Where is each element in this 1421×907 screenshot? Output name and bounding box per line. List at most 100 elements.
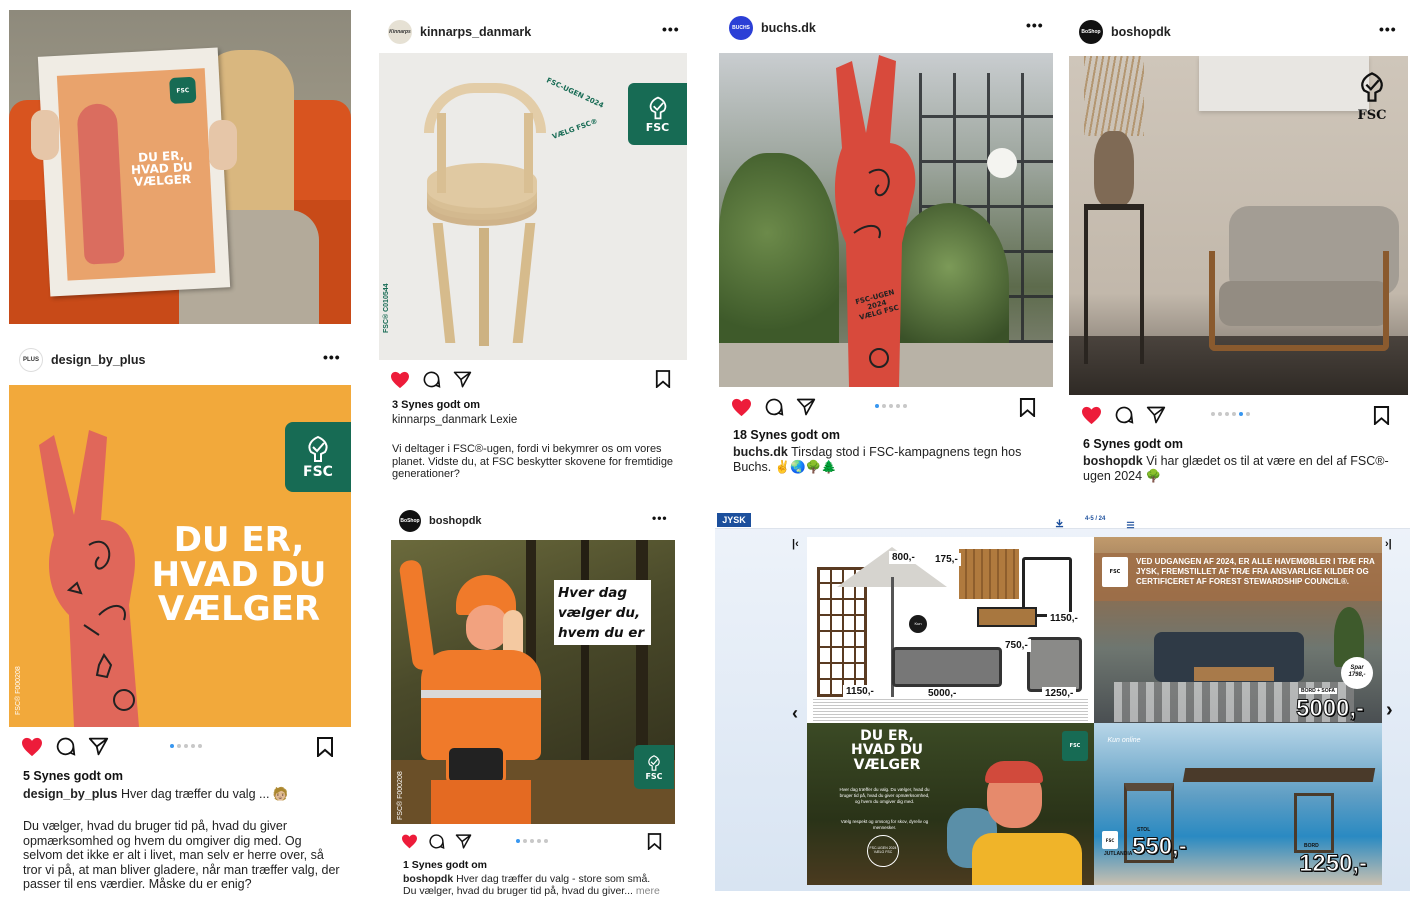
caption-username[interactable]: boshopdk	[403, 873, 453, 885]
menu-icon[interactable]	[1126, 516, 1135, 534]
post-header: BoShop boshopdk	[1079, 20, 1379, 44]
bord-label: BORD	[1304, 843, 1319, 849]
share-icon[interactable]	[88, 736, 109, 757]
worker-jacket	[421, 650, 541, 760]
hiker-shirt	[972, 833, 1082, 885]
fsc-logo: FSC	[634, 745, 674, 789]
post-design-image[interactable]: FSC DU ER, HVAD DU VÆLGER FSC® F000208	[9, 385, 351, 727]
share-icon[interactable]	[455, 833, 472, 850]
heart-icon[interactable]	[1081, 406, 1102, 425]
lounge-chair	[1027, 637, 1082, 692]
fsc-logo: FSC	[1102, 557, 1128, 587]
post-kinnarps-image[interactable]: FSC-UGEN 2024 VÆLG FSC® FSC FSC® C010544	[379, 53, 687, 360]
comment-icon[interactable]	[1114, 405, 1134, 425]
chair-post-left	[437, 113, 446, 193]
caption-username[interactable]: design_by_plus	[23, 787, 117, 801]
comment-icon[interactable]	[764, 397, 784, 417]
avatar[interactable]: BUCHS	[729, 16, 753, 40]
caption-username[interactable]: boshopdk	[1083, 454, 1143, 468]
jysk-logo[interactable]: JYSK	[717, 513, 751, 527]
prev-page-icon[interactable]: ‹	[792, 703, 798, 724]
fsc-logo: FSC	[628, 83, 687, 145]
chainsaw	[446, 745, 506, 785]
tree-check-icon	[648, 754, 660, 771]
share-icon[interactable]	[796, 397, 816, 417]
caption-username[interactable]: kinnarps_danmark	[392, 414, 487, 426]
side-table	[1084, 204, 1144, 364]
daybed	[892, 647, 1002, 687]
post-actions	[390, 370, 472, 389]
carousel-pager	[170, 744, 202, 748]
coffee-table	[977, 607, 1037, 627]
tree-check-icon	[649, 96, 666, 119]
post-boshop-forest-image[interactable]: Hver dag vælger du, hvem du er FSC FSC® …	[391, 540, 675, 824]
catalogue-page-left-bottom[interactable]: DU ER, HVAD DU VÆLGER Hver dag træffer d…	[807, 723, 1094, 885]
more-options-icon[interactable]: •••	[662, 21, 680, 37]
more-options-icon[interactable]: •••	[652, 511, 668, 525]
bookmark-icon[interactable]	[655, 370, 671, 388]
chair-leg	[512, 223, 536, 343]
catalogue-page-right-bottom[interactable]: Kun online FSC JUTLANDIA STOL 550,- BORD…	[1094, 723, 1382, 885]
caption-body: Du vælger, hvad du bruger tid på, hvad d…	[23, 819, 340, 891]
first-page-icon[interactable]: |‹	[792, 538, 799, 550]
fsc-code: FSC® F000208	[397, 771, 404, 820]
campaign-headline: DU ER, HVAD DU VÆLGER	[151, 520, 327, 630]
bookmark-icon[interactable]	[1019, 398, 1036, 417]
more-options-icon[interactable]: •••	[1379, 21, 1397, 37]
heart-icon[interactable]	[401, 834, 418, 849]
caption: boshopdk Vi har glædet os til at være en…	[1083, 454, 1393, 483]
avatar[interactable]: BoShop	[399, 510, 421, 532]
heart-icon[interactable]	[731, 398, 752, 417]
share-icon[interactable]	[453, 370, 472, 389]
likes-count[interactable]: 3 Synes godt om	[392, 399, 480, 411]
catalogue-page-left-top[interactable]: 800,- 175,- 1150,- 750,- 5000,- 1250,- 1…	[807, 537, 1094, 723]
username[interactable]: boshopdk	[429, 515, 482, 527]
more-link[interactable]: mere	[636, 885, 660, 897]
hand-left	[31, 110, 59, 160]
price-tag: 1150,-	[1047, 612, 1081, 625]
username[interactable]: buchs.dk	[761, 21, 816, 35]
comment-icon[interactable]	[428, 833, 445, 850]
pendant-lamp	[987, 148, 1017, 178]
username[interactable]: design_by_plus	[51, 353, 145, 367]
username[interactable]: boshopdk	[1111, 25, 1171, 39]
bookmark-icon[interactable]	[316, 737, 334, 757]
fsc-week-badge: FSC-UGEN 2024 VÆLG FSC®	[545, 76, 605, 141]
catalogue-page-right-top[interactable]: FSC VED UDGANGEN AF 2024, ER ALLE HAVEMØ…	[1094, 537, 1382, 723]
bookmark-icon[interactable]	[1373, 406, 1390, 425]
bookmark-icon[interactable]	[647, 833, 662, 850]
price-stol: 550,-	[1132, 833, 1188, 861]
more-options-icon[interactable]: •••	[323, 349, 341, 365]
likes-count[interactable]: 6 Synes godt om	[1083, 437, 1183, 451]
heart-icon[interactable]	[390, 371, 410, 389]
post-buchs-image[interactable]: FSC-UGEN 2024 VÆLG FSC	[719, 53, 1053, 387]
username[interactable]: kinnarps_danmark	[420, 25, 531, 39]
speech-bubble: Hver dag vælger du, hvem du er	[554, 580, 651, 645]
download-icon[interactable]	[1055, 515, 1064, 533]
chair-leg	[432, 223, 456, 343]
post-boshop-chair-image[interactable]: FSC	[1069, 56, 1408, 395]
comment-icon[interactable]	[422, 370, 441, 389]
product-fine-print	[813, 699, 1088, 721]
next-page-icon[interactable]: ›	[1386, 699, 1393, 722]
hiker-cap	[985, 761, 1043, 783]
fsc-code: FSC® C010544	[383, 283, 390, 333]
avatar[interactable]: BoShop	[1079, 20, 1103, 44]
share-icon[interactable]	[1146, 405, 1166, 425]
caption: design_by_plus Hver dag træffer du valg …	[23, 787, 343, 802]
page-indicator[interactable]: 4-5 / 24	[1085, 516, 1105, 522]
bord-sofa-label: BORD + SOFA	[1299, 688, 1338, 694]
post-actions	[401, 833, 472, 850]
more-options-icon[interactable]: •••	[1026, 17, 1044, 33]
likes-count[interactable]: 1 Synes godt om	[403, 859, 487, 871]
heart-icon[interactable]	[21, 737, 43, 757]
likes-count[interactable]: 18 Synes godt om	[733, 428, 840, 442]
caption: boshopdk Hver dag træffer du valg - stor…	[403, 873, 683, 885]
comment-icon[interactable]	[55, 736, 76, 757]
likes-count[interactable]: 5 Synes godt om	[23, 769, 123, 783]
post-newspaper-image[interactable]: FSC DU ER, HVAD DU VÆLGER	[9, 10, 351, 324]
last-page-icon[interactable]: ›|	[1385, 538, 1392, 550]
avatar[interactable]: PLUS	[19, 348, 43, 372]
avatar[interactable]: Kinnarps	[388, 20, 412, 44]
caption-username[interactable]: buchs.dk	[733, 445, 788, 459]
